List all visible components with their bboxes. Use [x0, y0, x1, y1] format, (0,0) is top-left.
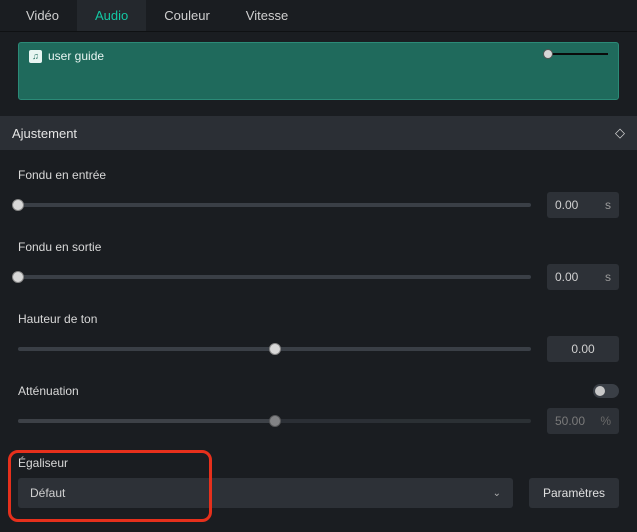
- equalizer-group: Égaliseur Défaut ⌄ Paramètres: [18, 456, 619, 508]
- attenuation-value[interactable]: 50.00 %: [547, 408, 619, 434]
- tab-color[interactable]: Couleur: [146, 0, 228, 31]
- pitch-control: Hauteur de ton 0.00: [18, 312, 619, 362]
- equalizer-selected: Défaut: [30, 486, 65, 500]
- tabs-bar: Vidéo Audio Couleur Vitesse: [0, 0, 637, 32]
- fade-out-label: Fondu en sortie: [18, 240, 619, 254]
- clip-name: user guide: [48, 49, 104, 63]
- audio-clip[interactable]: ♫ user guide: [18, 42, 619, 100]
- music-note-icon: ♫: [29, 50, 42, 63]
- tab-video[interactable]: Vidéo: [8, 0, 77, 31]
- attenuation-toggle[interactable]: [593, 384, 619, 398]
- fade-in-slider[interactable]: [18, 203, 531, 207]
- clip-volume-slider[interactable]: [548, 53, 608, 55]
- fade-in-label: Fondu en entrée: [18, 168, 619, 182]
- fade-out-value[interactable]: 0.00 s: [547, 264, 619, 290]
- tab-speed[interactable]: Vitesse: [228, 0, 306, 31]
- pitch-label: Hauteur de ton: [18, 312, 619, 326]
- fade-in-control: Fondu en entrée 0.00 s: [18, 168, 619, 218]
- fade-in-value[interactable]: 0.00 s: [547, 192, 619, 218]
- attenuation-slider[interactable]: [18, 419, 531, 423]
- section-title: Ajustement: [12, 126, 77, 141]
- keyframe-diamond-icon[interactable]: ◇: [615, 125, 625, 141]
- fade-out-slider[interactable]: [18, 275, 531, 279]
- chevron-down-icon: ⌄: [493, 488, 501, 499]
- equalizer-settings-button[interactable]: Paramètres: [529, 478, 619, 508]
- tab-audio[interactable]: Audio: [77, 0, 146, 31]
- pitch-value[interactable]: 0.00: [547, 336, 619, 362]
- equalizer-label: Égaliseur: [18, 456, 619, 470]
- equalizer-dropdown[interactable]: Défaut ⌄: [18, 478, 513, 508]
- fade-out-control: Fondu en sortie 0.00 s: [18, 240, 619, 290]
- section-header-adjustment[interactable]: Ajustement ◇: [0, 116, 637, 150]
- attenuation-control: Atténuation 50.00 %: [18, 384, 619, 434]
- attenuation-label: Atténuation: [18, 384, 79, 398]
- pitch-slider[interactable]: [18, 347, 531, 351]
